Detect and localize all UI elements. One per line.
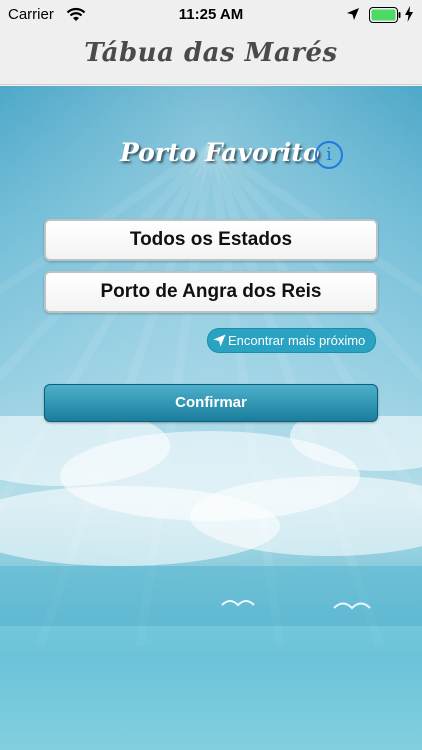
navigation-bar: Tábua das Marés <box>0 30 422 85</box>
find-nearest-button[interactable]: Encontrar mais próximo <box>207 328 376 353</box>
confirm-button[interactable]: Confirmar <box>44 384 378 422</box>
app-title: Tábua das Marés <box>84 38 338 68</box>
state-picker[interactable]: Todos os Estados <box>44 219 378 261</box>
port-picker[interactable]: Porto de Angra dos Reis <box>44 271 378 313</box>
location-arrow-icon <box>213 334 226 347</box>
main-content: Porto Favorito i Todos os Estados Porto … <box>0 86 422 750</box>
battery-icon <box>369 7 401 23</box>
info-icon[interactable]: i <box>315 141 343 169</box>
find-nearest-label: Encontrar mais próximo <box>228 333 366 348</box>
charging-bolt-icon <box>405 6 413 22</box>
status-bar: Carrier 11:25 AM <box>0 0 422 30</box>
favorite-port-heading: Porto Favorito <box>120 138 320 167</box>
clouds-sea-background <box>0 416 422 750</box>
location-arrow-icon <box>347 8 359 20</box>
